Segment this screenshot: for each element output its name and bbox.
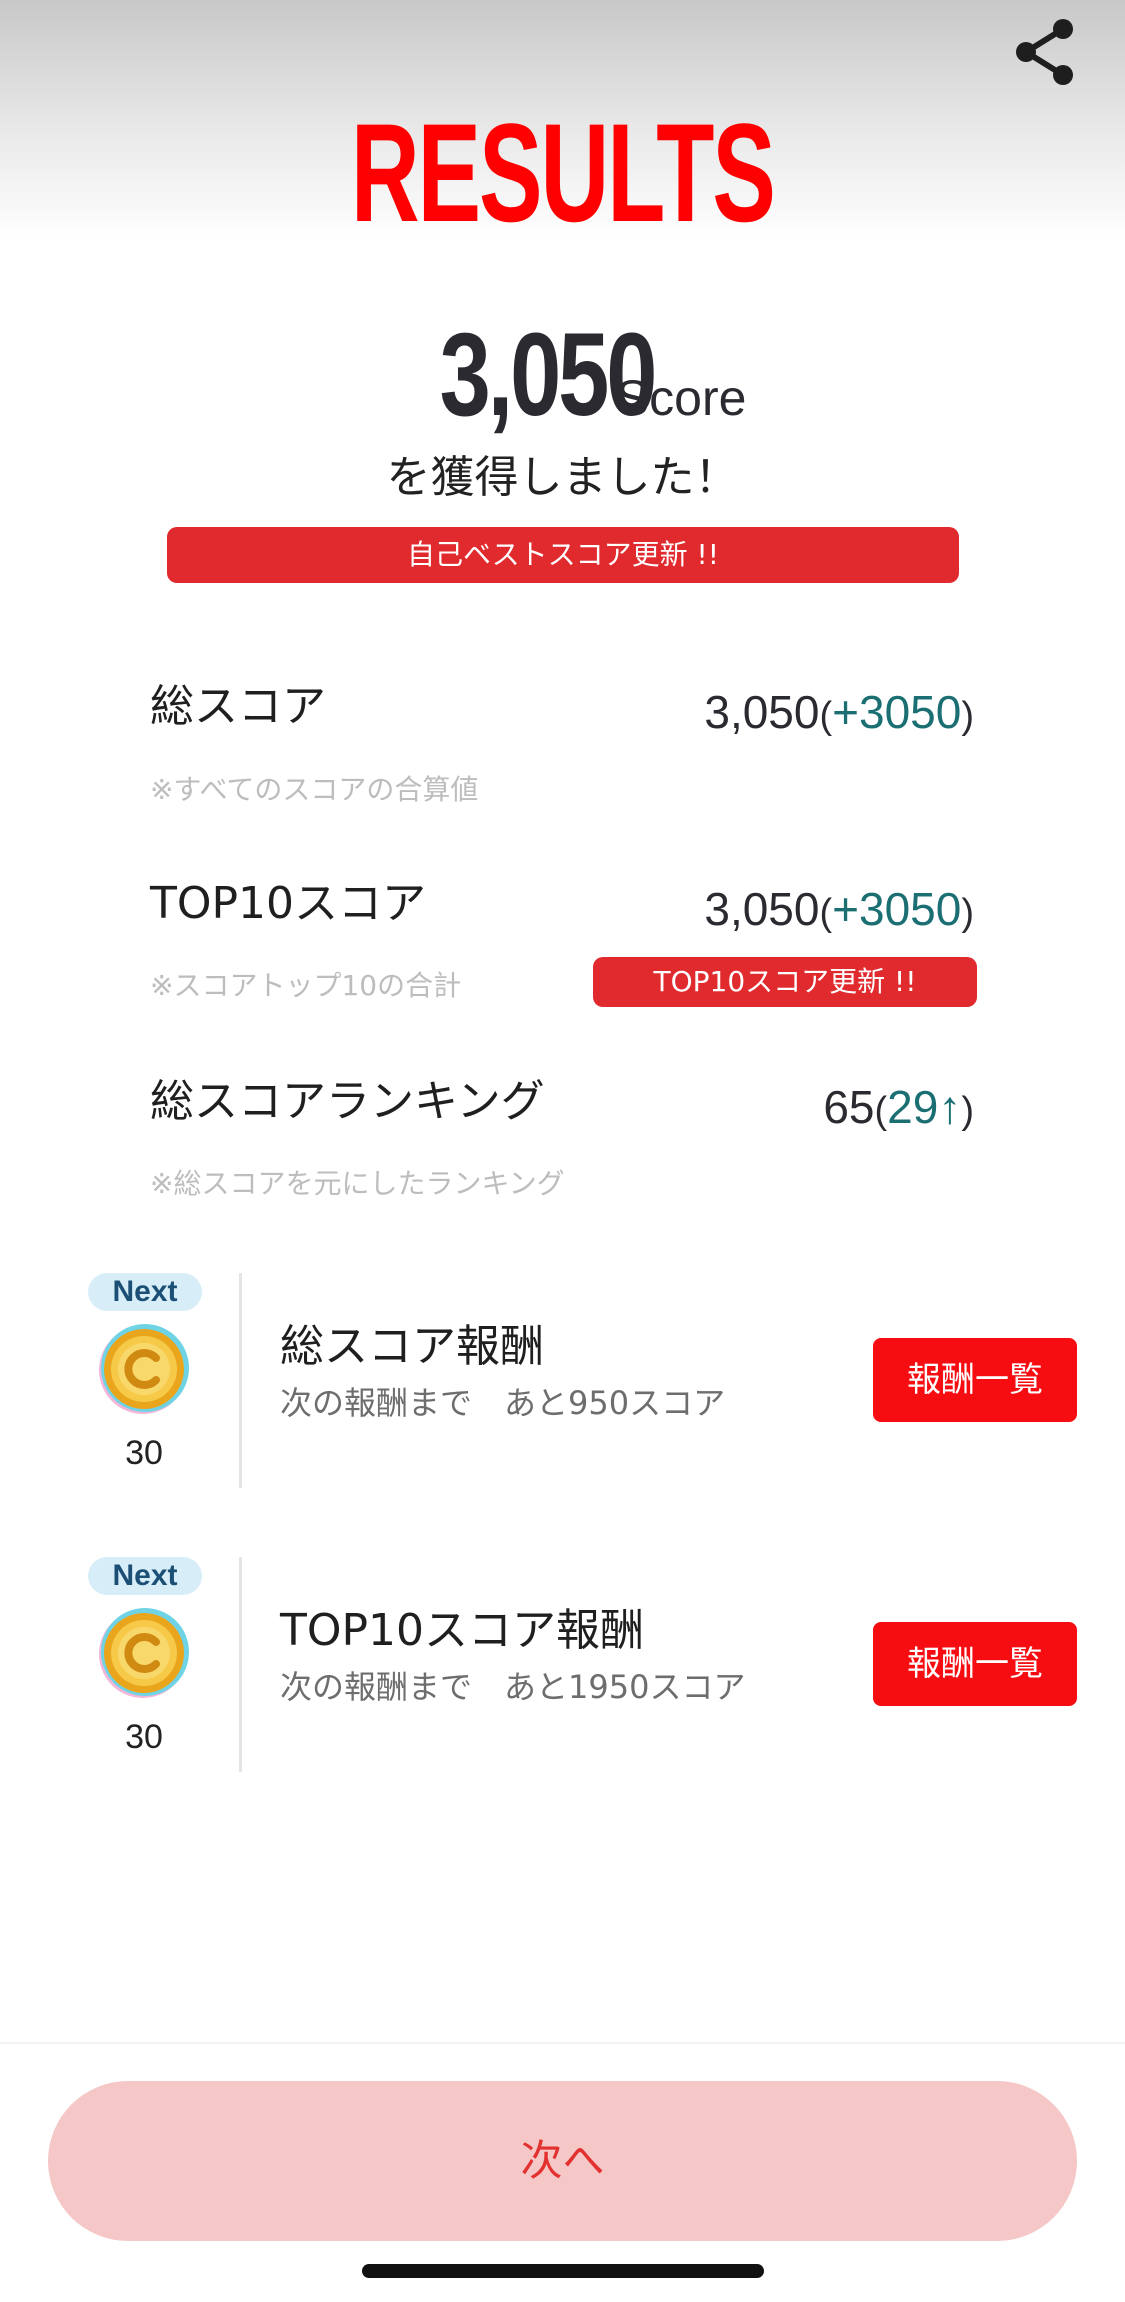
footer-divider xyxy=(0,2042,1125,2044)
next-badge: Next xyxy=(88,1557,202,1595)
ranking-delta: 29↑ xyxy=(887,1081,962,1133)
reward-title: 総スコア報酬 xyxy=(280,1321,544,1372)
coin-count: 30 xyxy=(125,1434,163,1472)
ranking-value-group: 65(29↑) xyxy=(823,1081,974,1133)
score-value: 3,050 xyxy=(439,309,657,441)
top10-score-reward: Next 30 TOP10スコア報酬 次の報酬まで あと1950スコア 報酬一覧 xyxy=(0,1557,1125,1772)
reward-list-button[interactable]: 報酬一覧 xyxy=(873,1338,1077,1422)
reward-subtitle: 次の報酬まで あと1950スコア xyxy=(280,1668,746,1706)
personal-best-banner: 自己ベストスコア更新 !! xyxy=(167,527,959,583)
coin-count: 30 xyxy=(125,1718,163,1756)
top10-score-label: TOP10スコア xyxy=(150,878,427,929)
coin-icon xyxy=(99,1324,189,1414)
share-icon xyxy=(1016,19,1073,85)
reward-title: TOP10スコア報酬 xyxy=(280,1605,645,1656)
total-score-value-group: 3,050(+3050) xyxy=(704,686,974,738)
score-display: 3,050Score xyxy=(0,310,1125,440)
top10-update-banner: TOP10スコア更新 !! xyxy=(593,957,977,1007)
total-score-reward: Next 30 総スコア報酬 次の報酬まで あと950スコア 報酬一覧 xyxy=(0,1273,1125,1488)
home-indicator xyxy=(362,2264,764,2278)
ranking-note: ※総スコアを元にしたランキング xyxy=(150,1167,565,1200)
share-button[interactable] xyxy=(1005,12,1085,92)
reward-divider xyxy=(239,1557,242,1772)
top10-score-note: ※スコアトップ10の合計 xyxy=(150,969,462,1002)
reward-list-button[interactable]: 報酬一覧 xyxy=(873,1622,1077,1706)
reward-subtitle: 次の報酬まで あと950スコア xyxy=(280,1384,726,1422)
results-title: RESULTS xyxy=(350,94,776,251)
total-score-note: ※すべてのスコアの合算値 xyxy=(150,773,479,806)
coin-icon xyxy=(99,1608,189,1698)
ranking-value: 65 xyxy=(823,1081,875,1133)
reward-divider xyxy=(239,1273,242,1488)
top10-score-value-group: 3,050(+3050) xyxy=(704,883,974,935)
total-score-delta: +3050 xyxy=(832,686,962,738)
top10-score-value: 3,050 xyxy=(704,883,820,935)
ranking-label: 総スコアランキング xyxy=(150,1076,545,1127)
total-score-value: 3,050 xyxy=(704,686,820,738)
next-badge: Next xyxy=(88,1273,202,1311)
next-button[interactable]: 次へ xyxy=(48,2081,1077,2241)
acquired-text: を獲得しました！ xyxy=(386,452,739,503)
results-screen: RESULTS 3,050Score を獲得しました！ 自己ベストスコア更新 !… xyxy=(0,0,1125,2302)
total-score-label: 総スコア xyxy=(150,681,326,732)
top10-score-delta: +3050 xyxy=(832,883,962,935)
